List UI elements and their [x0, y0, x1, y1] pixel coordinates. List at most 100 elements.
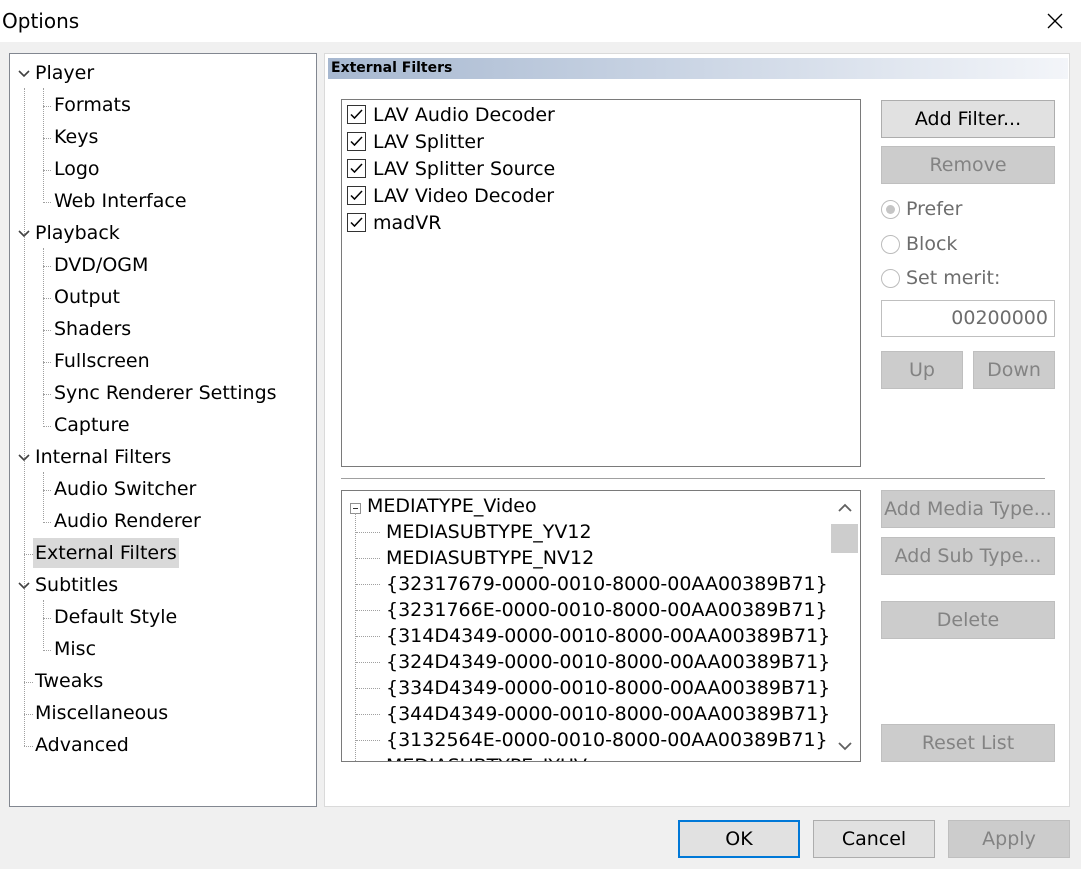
tree-item[interactable]: Default Style [54, 602, 177, 632]
media-subtype-item[interactable]: MEDIASUBTYPE_NV12 [386, 545, 594, 571]
chevron-down-icon[interactable] [17, 67, 31, 81]
tree-connector [356, 610, 380, 611]
tree-connector [43, 600, 44, 648]
filter-checkbox[interactable] [347, 159, 366, 178]
media-subtype-item[interactable]: {334D4349-0000-0010-8000-00AA00389B71} [386, 675, 830, 701]
tree-item[interactable]: Audio Renderer [54, 506, 201, 536]
scroll-down-icon[interactable] [837, 738, 853, 754]
scroll-up-icon[interactable] [837, 500, 853, 516]
tree-item[interactable]: External Filters [33, 538, 179, 568]
scrollbar-thumb[interactable] [831, 524, 858, 553]
media-subtype-item[interactable]: {324D4349-0000-0010-8000-00AA00389B71} [386, 649, 830, 675]
divider [341, 478, 1045, 479]
tree-item[interactable]: Logo [54, 154, 100, 184]
tree-connector [356, 636, 380, 637]
media-subtype-item[interactable]: {314D4349-0000-0010-8000-00AA00389B71} [386, 623, 830, 649]
tree-connector [43, 170, 51, 171]
page-title: External Filters [328, 58, 1068, 79]
filter-checkbox[interactable] [347, 105, 366, 124]
media-subtype-item[interactable]: MEDIASUBTYPE_IYUV [386, 753, 587, 761]
chevron-down-icon[interactable] [17, 451, 31, 465]
prefer-label: Prefer [906, 198, 963, 220]
tree-connector [43, 330, 51, 331]
tree-item[interactable]: Playback [35, 218, 120, 248]
delete-button[interactable]: Delete [881, 601, 1055, 639]
tree-item[interactable]: Keys [54, 122, 98, 152]
checkmark-icon [350, 217, 363, 228]
down-button[interactable]: Down [973, 351, 1055, 389]
ok-button[interactable]: OK [678, 820, 800, 858]
filter-checkbox[interactable] [347, 186, 366, 205]
tree-item[interactable]: Formats [54, 90, 131, 120]
media-subtype-item[interactable]: {3132564E-0000-0010-8000-00AA00389B71} [386, 727, 828, 753]
filter-checkbox[interactable] [347, 213, 366, 232]
tree-connector [24, 746, 33, 747]
tree-item[interactable]: Miscellaneous [35, 698, 168, 728]
tree-connector [24, 714, 33, 715]
tree-item[interactable]: Player [35, 58, 94, 88]
set-merit-radio[interactable] [881, 269, 900, 288]
tree-connector [43, 522, 51, 523]
checkmark-icon [350, 136, 363, 147]
tree-connector [356, 688, 380, 689]
media-type-tree[interactable]: MEDIATYPE_Video MEDIASUBTYPE_YV12 MEDIASU… [341, 490, 861, 762]
tree-item[interactable]: Tweaks [35, 666, 103, 696]
remove-button[interactable]: Remove [881, 146, 1055, 184]
tree-item[interactable]: Web Interface [54, 186, 187, 216]
tree-item[interactable]: Sync Renderer Settings [54, 378, 277, 408]
chevron-down-icon[interactable] [17, 579, 31, 593]
window-title: Options [2, 9, 80, 33]
apply-button[interactable]: Apply [948, 820, 1070, 858]
cancel-button[interactable]: Cancel [813, 820, 935, 858]
block-radio[interactable] [881, 235, 900, 254]
filter-label: madVR [373, 212, 442, 234]
media-subtype-item[interactable]: {32317679-0000-0010-8000-00AA00389B71} [386, 571, 828, 597]
tree-item[interactable]: Output [54, 282, 120, 312]
media-type-label: MEDIATYPE_Video [367, 495, 537, 517]
add-media-type-button[interactable]: Add Media Type... [881, 490, 1055, 528]
filter-checkbox[interactable] [347, 132, 366, 151]
tree-connector [356, 584, 380, 585]
vertical-scrollbar[interactable] [829, 492, 860, 760]
tree-connector [43, 248, 44, 424]
tree-connector [356, 532, 380, 533]
tree-connector [24, 682, 33, 683]
tree-item[interactable]: Capture [54, 410, 130, 440]
tree-item[interactable]: Shaders [54, 314, 131, 344]
tree-connector [43, 472, 44, 520]
media-subtype-item[interactable]: {3231766E-0000-0010-8000-00AA00389B71} [386, 597, 828, 623]
tree-connector [43, 394, 51, 395]
tree-connector [24, 88, 25, 746]
filter-label: LAV Video Decoder [373, 185, 555, 207]
tree-connector [356, 558, 380, 559]
tree-item[interactable]: Advanced [35, 730, 129, 760]
tree-item[interactable]: DVD/OGM [54, 250, 148, 280]
checkmark-icon [350, 163, 363, 174]
tree-connector [43, 362, 51, 363]
title-bar: Options [0, 0, 1081, 42]
tree-item[interactable]: Subtitles [35, 570, 118, 600]
tree-connector [43, 298, 51, 299]
tree-connector [43, 138, 51, 139]
tree-connector [43, 426, 51, 427]
tree-connector [43, 490, 51, 491]
close-icon[interactable] [1040, 6, 1070, 36]
up-button[interactable]: Up [881, 351, 963, 389]
chevron-down-icon[interactable] [17, 227, 31, 241]
media-subtype-item[interactable]: MEDIASUBTYPE_YV12 [386, 519, 592, 545]
tree-item[interactable]: Fullscreen [54, 346, 150, 376]
tree-item[interactable]: Misc [54, 634, 96, 664]
external-filter-list[interactable]: LAV Audio Decoder LAV Splitter LAV Split… [341, 99, 861, 467]
media-subtype-item[interactable]: {344D4349-0000-0010-8000-00AA00389B71} [386, 701, 830, 727]
add-sub-type-button[interactable]: Add Sub Type... [881, 537, 1055, 575]
checkmark-icon [350, 190, 363, 201]
add-filter-button[interactable]: Add Filter... [881, 100, 1055, 138]
reset-list-button[interactable]: Reset List [881, 724, 1055, 762]
tree-connector [43, 88, 44, 200]
merit-input[interactable]: 00200000 [881, 300, 1055, 337]
checkmark-icon [350, 109, 363, 120]
tree-item[interactable]: Internal Filters [35, 442, 171, 472]
tree-item[interactable]: Audio Switcher [54, 474, 196, 504]
block-label: Block [906, 233, 958, 255]
prefer-radio[interactable] [881, 200, 900, 219]
